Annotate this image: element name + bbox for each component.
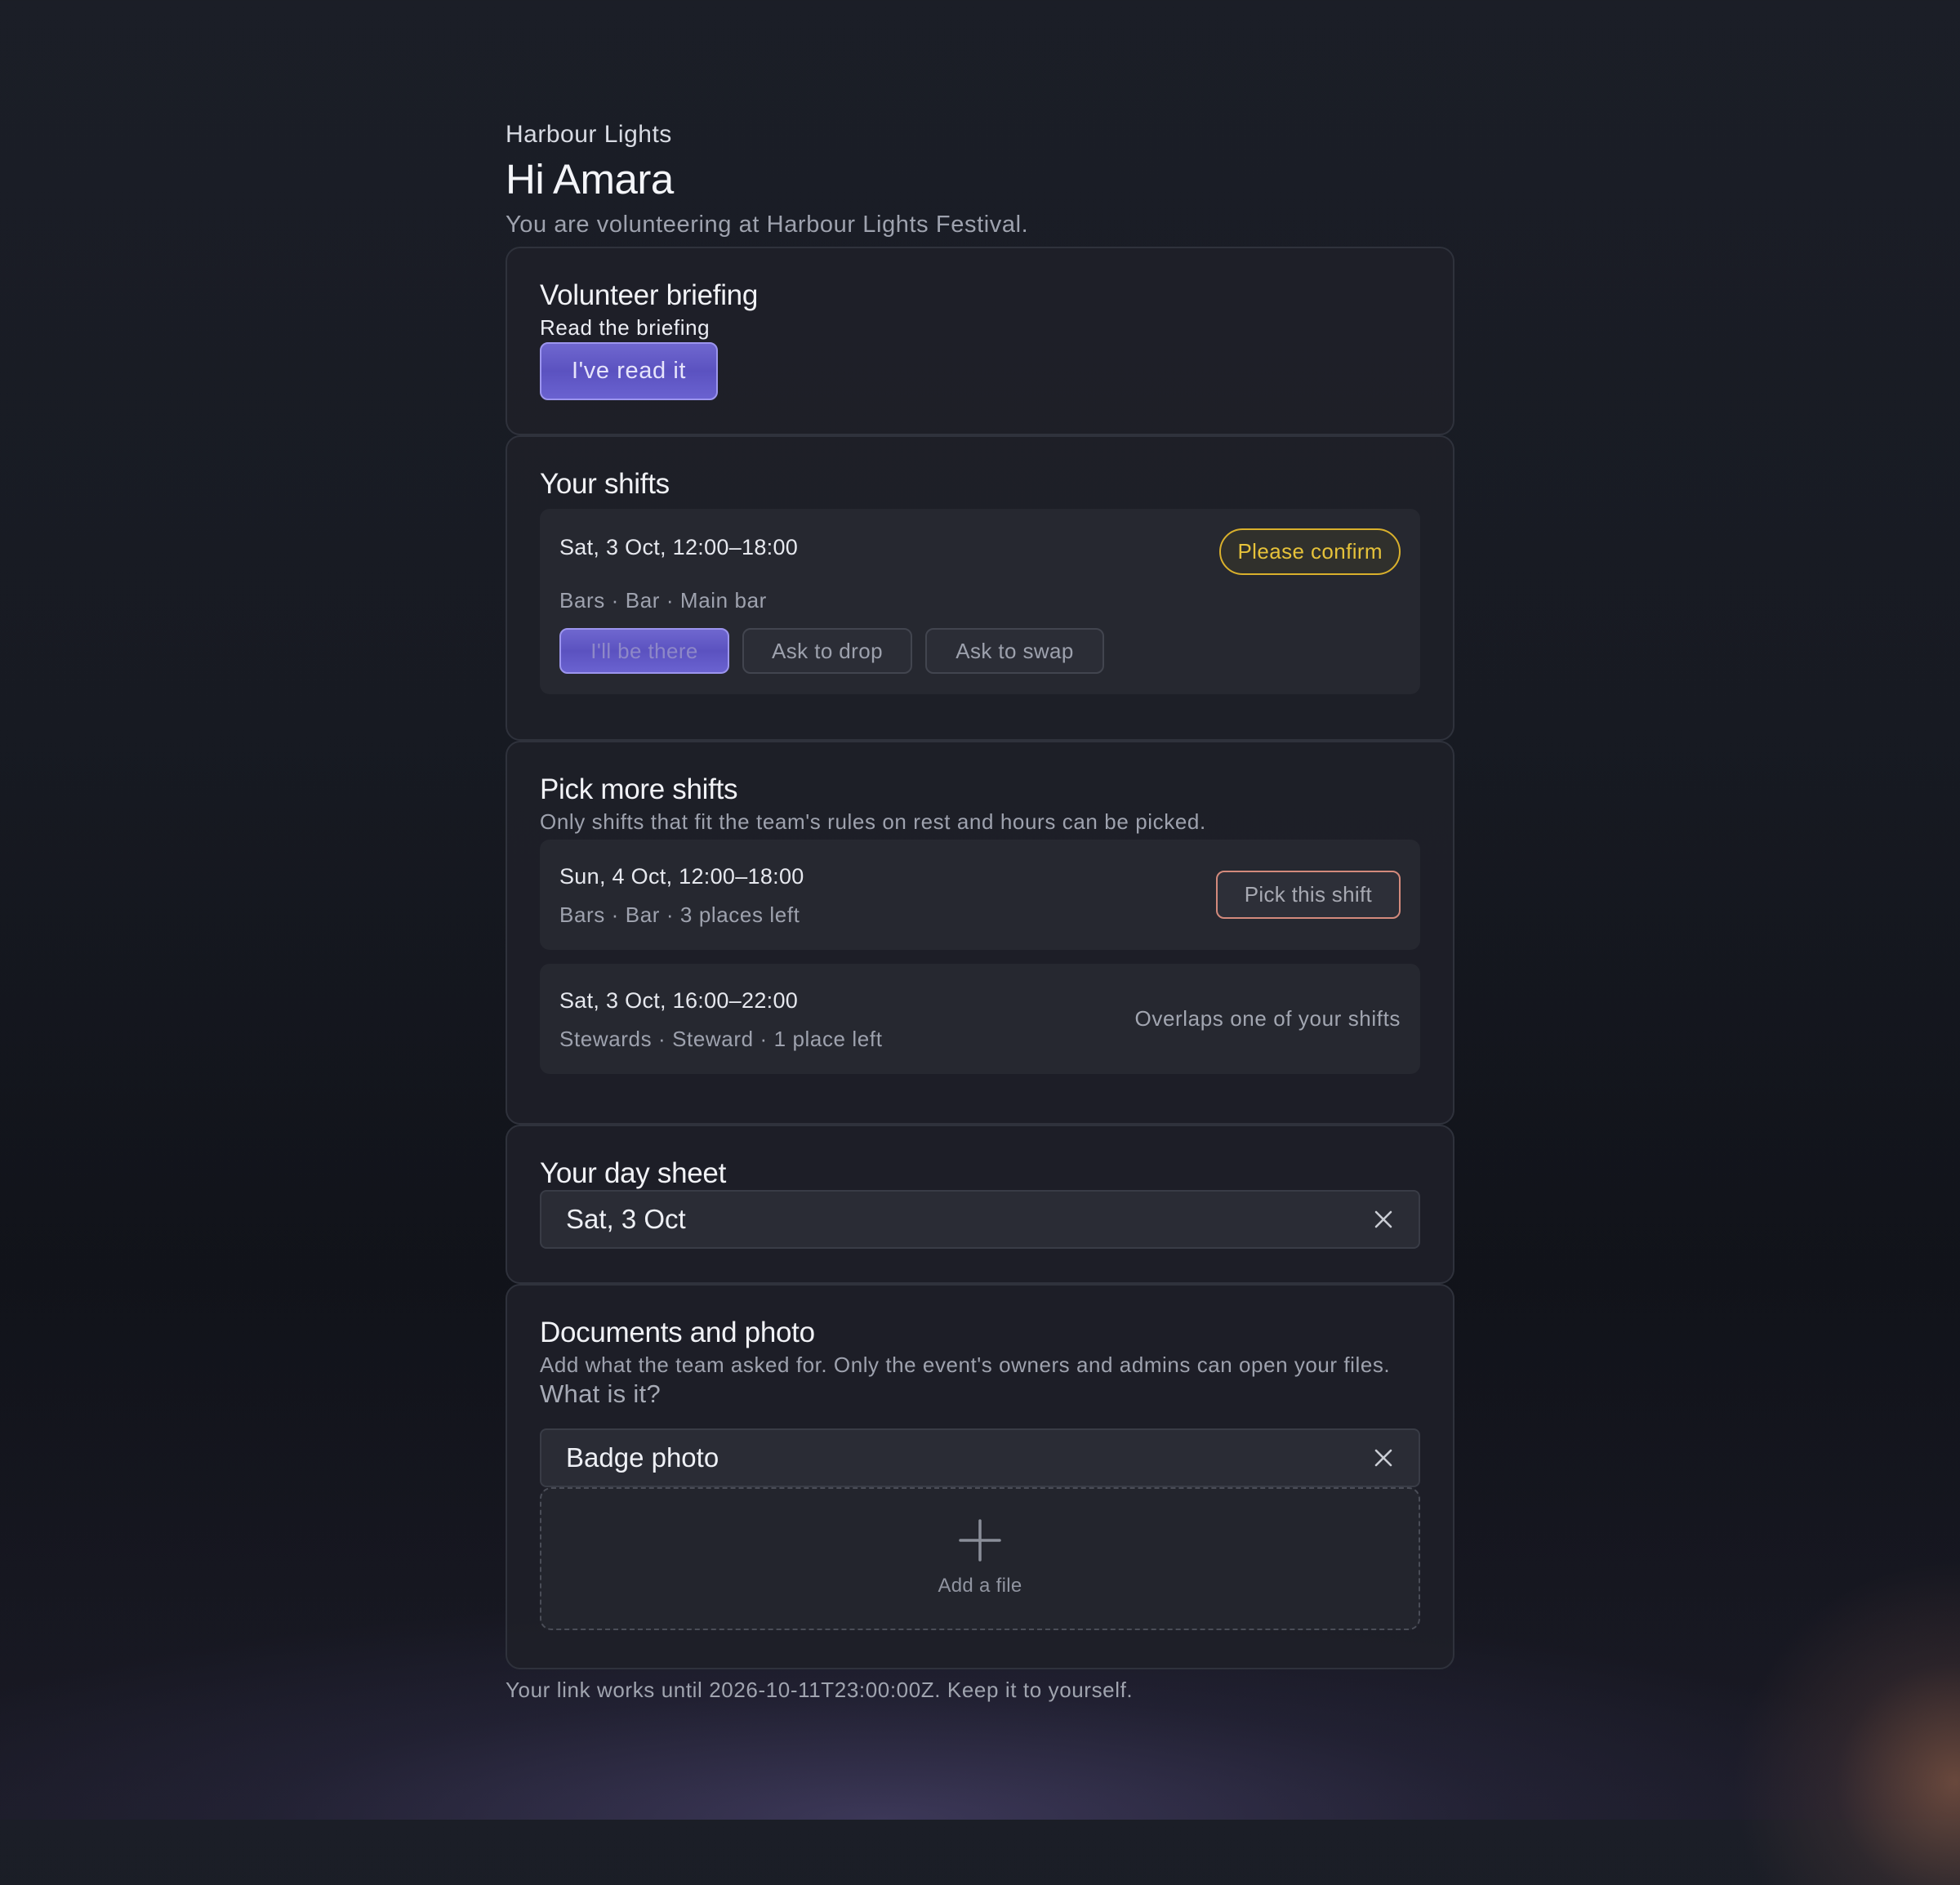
background-corner-glow — [1715, 1542, 1960, 1885]
add-file-label: Add a file — [938, 1574, 1022, 1597]
page-header: Harbour Lights Hi Amara You are voluntee… — [506, 121, 1454, 238]
org-name: Harbour Lights — [506, 121, 672, 148]
briefing-card: Volunteer briefing Read the briefing I'v… — [506, 247, 1454, 435]
page-subtitle: You are volunteering at Harbour Lights F… — [506, 212, 1029, 238]
documents-card: Documents and photo Add what the team as… — [506, 1284, 1454, 1669]
close-icon[interactable] — [1373, 1447, 1394, 1468]
page-title: Hi Amara — [506, 156, 674, 203]
document-type-select[interactable]: Badge photo — [540, 1428, 1420, 1487]
day-sheet-title: Your day sheet — [540, 1157, 727, 1189]
link-expiry-note: Your link works until 2026-10-11T23:00:0… — [506, 1678, 1134, 1702]
your-shifts-title: Your shifts — [540, 468, 670, 500]
pick-shift-button[interactable]: Pick this shift — [1215, 871, 1401, 919]
pick-shifts-card: Pick more shifts Only shifts that fit th… — [506, 741, 1454, 1125]
documents-hint: Add what the team asked for. Only the ev… — [540, 1352, 1391, 1377]
status-badge: Please confirm — [1219, 528, 1401, 575]
day-sheet-select[interactable]: Sat, 3 Oct — [540, 1190, 1420, 1249]
document-type-label: What is it? — [540, 1379, 662, 1408]
pick-shifts-title: Pick more shifts — [540, 773, 738, 805]
plus-icon — [959, 1518, 1001, 1562]
your-shifts-card: Your shifts Sat, 3 Oct, 12:00–18:00 Plea… — [506, 435, 1454, 741]
document-type-selected: Badge photo — [566, 1442, 719, 1473]
pick-shifts-hint: Only shifts that fit the team's rules on… — [540, 809, 1206, 834]
overlap-note: Overlaps one of your shifts — [1134, 1006, 1401, 1031]
main-column: Harbour Lights Hi Amara You are voluntee… — [506, 121, 1454, 1703]
day-sheet-selected: Sat, 3 Oct — [566, 1204, 686, 1234]
read-briefing-button[interactable]: I've read it — [540, 342, 718, 400]
file-dropzone[interactable]: Add a file — [540, 1487, 1420, 1630]
shift-item: Sat, 3 Oct, 12:00–18:00 Please confirm B… — [540, 509, 1420, 694]
confirm-shift-button[interactable]: I'll be there — [559, 628, 729, 674]
available-shift-item: Sat, 3 Oct, 16:00–22:00 Stewards · Stewa… — [540, 964, 1420, 1074]
day-sheet-card: Your day sheet Sat, 3 Oct — [506, 1125, 1454, 1284]
briefing-title: Volunteer briefing — [540, 279, 759, 311]
ask-to-drop-button[interactable]: Ask to drop — [742, 628, 912, 674]
close-icon[interactable] — [1373, 1209, 1394, 1230]
briefing-link[interactable]: Read the briefing — [540, 315, 1420, 341]
documents-title: Documents and photo — [540, 1317, 815, 1348]
shift-actions: I'll be there Ask to drop Ask to swap — [559, 628, 1401, 674]
shift-meta: Bars · Bar · Main bar — [559, 588, 767, 613]
available-shift-item: Sun, 4 Oct, 12:00–18:00 Bars · Bar · 3 p… — [540, 840, 1420, 950]
ask-to-swap-button[interactable]: Ask to swap — [925, 628, 1104, 674]
